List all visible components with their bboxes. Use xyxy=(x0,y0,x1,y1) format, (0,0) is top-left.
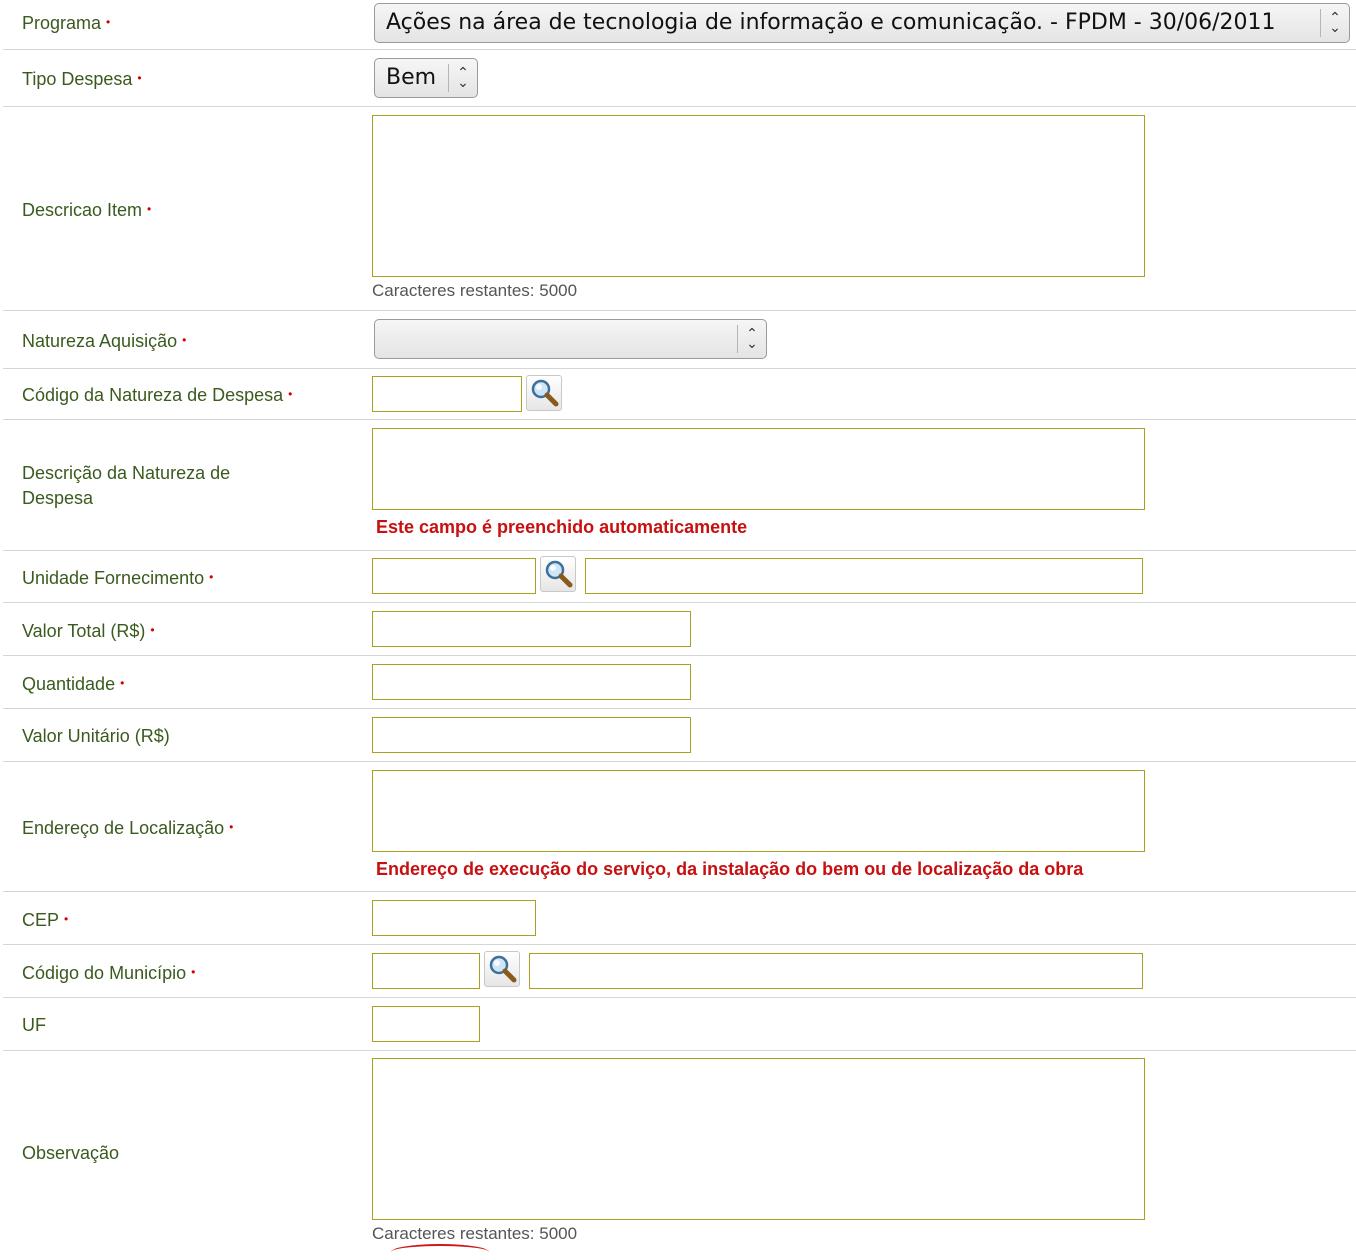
row-uf: UF xyxy=(3,998,1356,1051)
codigo-natureza-despesa-label: Código da Natureza de Despesa • xyxy=(22,385,293,405)
valor-total-label: Valor Total (R$) • xyxy=(22,621,155,641)
descricao-item-label: Descricao Item • xyxy=(22,200,152,220)
required-marker: • xyxy=(182,333,187,347)
uf-input[interactable] xyxy=(372,1006,480,1042)
quantidade-label: Quantidade • xyxy=(22,674,125,694)
required-marker: • xyxy=(64,912,69,926)
unidade-fornecimento-label: Unidade Fornecimento • xyxy=(22,568,214,588)
natureza-aquisicao-label: Natureza Aquisição • xyxy=(22,331,187,351)
tipo-despesa-selected-value: Bem xyxy=(386,65,437,90)
descricao-item-textarea[interactable] xyxy=(372,115,1145,277)
valor-unitario-input[interactable] xyxy=(372,717,691,753)
red-mark-partial xyxy=(391,1244,489,1260)
programa-select[interactable]: Ações na área de tecnologia de informaçã… xyxy=(374,3,1350,43)
row-descricao-item: Descricao Item • Caracteres restantes: 50… xyxy=(3,107,1356,311)
programa-selected-value: Ações na área de tecnologia de informaçã… xyxy=(386,10,1276,35)
unidade-fornecimento-search-button[interactable] xyxy=(540,556,576,592)
row-unidade-fornecimento: Unidade Fornecimento • xyxy=(3,551,1356,603)
quantidade-input[interactable] xyxy=(372,664,691,700)
required-marker: • xyxy=(120,676,125,690)
magnifier-icon xyxy=(489,955,517,983)
unidade-fornecimento-code-input[interactable] xyxy=(372,558,536,594)
required-marker: • xyxy=(150,623,155,637)
valor-unitario-label: Valor Unitário (R$) xyxy=(22,726,170,746)
observacao-char-counter: Caracteres restantes: 5000 xyxy=(372,1224,578,1243)
cep-label: CEP • xyxy=(22,910,69,930)
row-tipo-despesa: Tipo Despesa • Bem ⌃ ⌄ xyxy=(3,50,1356,107)
row-codigo-natureza-despesa: Código da Natureza de Despesa • xyxy=(3,369,1356,420)
descricao-natureza-despesa-textarea[interactable] xyxy=(372,428,1145,510)
codigo-municipio-name-input[interactable] xyxy=(529,953,1143,989)
row-natureza-aquisicao: Natureza Aquisição • ⌃ ⌄ xyxy=(3,311,1356,369)
programa-label: Programa • xyxy=(22,13,111,33)
observacao-textarea[interactable] xyxy=(372,1058,1145,1220)
required-marker: • xyxy=(288,387,293,401)
required-marker: • xyxy=(209,570,214,584)
endereco-localizacao-note: Endereço de execução do serviço, da inst… xyxy=(376,859,1084,879)
required-marker: • xyxy=(137,71,142,85)
updown-arrow-icon: ⌃ ⌄ xyxy=(1320,9,1349,37)
row-descricao-natureza-despesa: Descrição da Natureza de Despesa Este ca… xyxy=(3,420,1356,551)
row-cep: CEP • xyxy=(3,892,1356,945)
row-quantidade: Quantidade • xyxy=(3,656,1356,709)
codigo-natureza-despesa-search-button[interactable] xyxy=(526,375,562,411)
updown-arrow-icon: ⌃ ⌄ xyxy=(737,325,766,353)
row-endereco-localizacao: Endereço de Localização • Endereço de exe… xyxy=(3,762,1356,892)
row-valor-total: Valor Total (R$) • xyxy=(3,603,1356,656)
required-marker: • xyxy=(191,965,196,979)
required-marker: • xyxy=(147,202,152,216)
row-valor-unitario: Valor Unitário (R$) xyxy=(3,709,1356,762)
endereco-localizacao-textarea[interactable] xyxy=(372,770,1145,852)
magnifier-icon xyxy=(545,560,573,588)
auto-fill-note: Este campo é preenchido automaticamente xyxy=(376,517,748,537)
cep-input[interactable] xyxy=(372,900,536,936)
tipo-despesa-label: Tipo Despesa • xyxy=(22,69,142,89)
tipo-despesa-select[interactable]: Bem ⌃ ⌄ xyxy=(374,58,478,98)
row-observacao: Observação Caracteres restantes: 5000 xyxy=(3,1051,1356,1250)
observacao-label: Observação xyxy=(22,1143,120,1163)
descricao-item-char-counter: Caracteres restantes: 5000 xyxy=(372,281,578,300)
required-marker: • xyxy=(106,15,111,29)
codigo-municipio-code-input[interactable] xyxy=(372,953,480,989)
magnifier-icon xyxy=(531,379,559,407)
row-programa: Programa • Ações na área de tecnologia de… xyxy=(3,0,1356,50)
codigo-municipio-search-button[interactable] xyxy=(484,951,520,987)
valor-total-input[interactable] xyxy=(372,611,691,647)
row-codigo-municipio: Código do Município • xyxy=(3,945,1356,998)
descricao-natureza-despesa-label: Descrição da Natureza de Despesa xyxy=(22,463,231,508)
uf-label: UF xyxy=(22,1015,46,1035)
codigo-municipio-label: Código do Município • xyxy=(22,963,196,983)
codigo-natureza-despesa-input[interactable] xyxy=(372,376,522,412)
unidade-fornecimento-description-input[interactable] xyxy=(585,558,1143,594)
endereco-localizacao-label: Endereço de Localização • xyxy=(22,818,234,838)
required-marker: • xyxy=(229,820,234,834)
updown-arrow-icon: ⌃ ⌄ xyxy=(448,64,477,92)
natureza-aquisicao-select[interactable]: ⌃ ⌄ xyxy=(374,319,767,359)
